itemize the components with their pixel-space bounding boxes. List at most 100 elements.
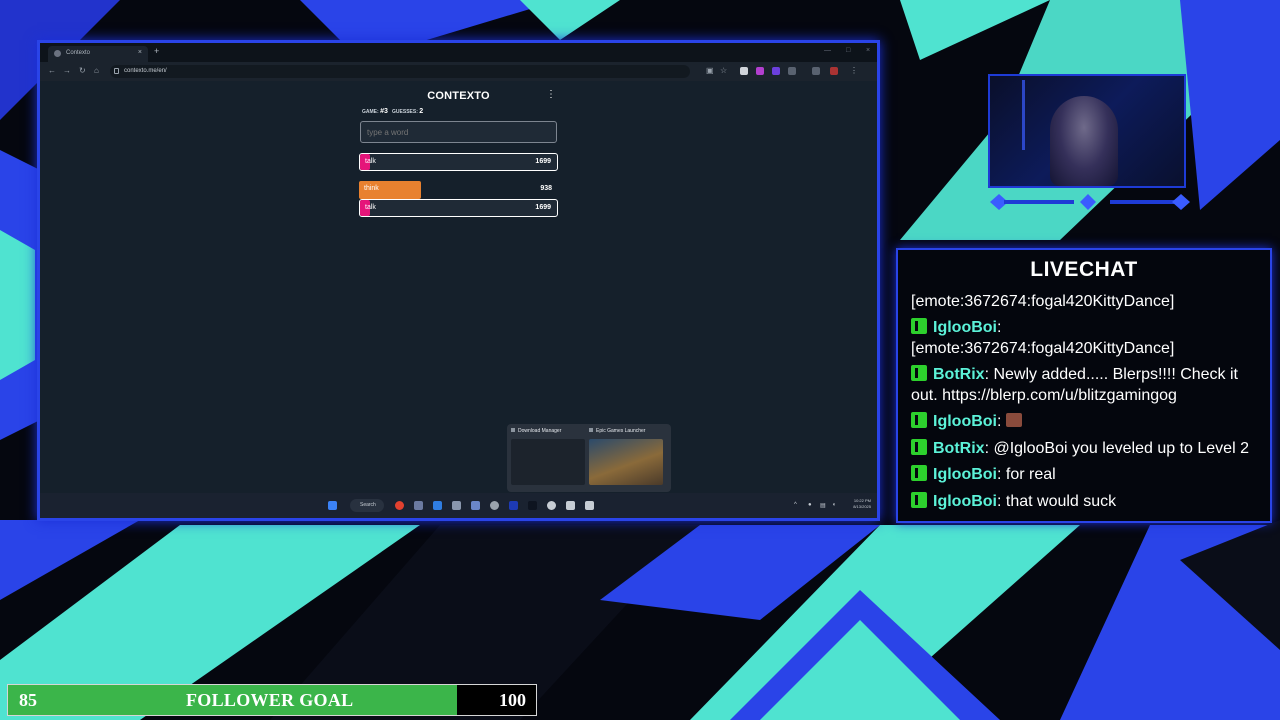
- extension-icon-2[interactable]: [772, 67, 780, 75]
- app-icon-4[interactable]: [528, 501, 537, 510]
- follower-goal-label: FOLLOWER GOAL: [186, 690, 354, 710]
- app-icon-3[interactable]: [509, 501, 518, 510]
- install-app-icon[interactable]: ▣: [706, 66, 714, 75]
- settings-icon[interactable]: [490, 501, 499, 510]
- emote-icon: [1005, 413, 1022, 427]
- reload-icon[interactable]: ↻: [79, 66, 86, 75]
- windows-taskbar: Search ^ ● ▤ ◖ 10:22 PM 8/13/2025: [40, 493, 877, 518]
- kebab-menu-icon[interactable]: ⋮: [546, 89, 556, 100]
- volume-icon[interactable]: ◖: [832, 502, 836, 508]
- preview-thumbnail: [511, 439, 585, 485]
- app-icon[interactable]: [433, 501, 442, 510]
- follower-goal-target: 100: [499, 690, 526, 710]
- chat-message: IglooBoi: that would suck: [911, 491, 1263, 512]
- chat-username[interactable]: BotRix: [933, 366, 985, 383]
- follower-goal-bar: 85 FOLLOWER GOAL 100: [7, 684, 537, 716]
- kick-badge-icon: [911, 412, 927, 428]
- chat-message: IglooBoi: [emote:3672674:fogal420KittyDa…: [911, 318, 1175, 357]
- game-info: GAME: #3 GUESSES: 2: [362, 108, 423, 115]
- preview-thumbnail: [589, 439, 663, 485]
- chat-message: BotRix: @IglooBoi you leveled up to Leve…: [911, 438, 1263, 459]
- browser-menu-icon[interactable]: ⋮: [850, 66, 858, 75]
- extension-diamond-icon[interactable]: [740, 67, 748, 75]
- kick-badge-icon: [911, 439, 927, 455]
- back-icon[interactable]: ←: [48, 66, 56, 75]
- preview-title: Download Manager: [511, 428, 561, 434]
- chrome-icon[interactable]: [395, 501, 404, 510]
- file-explorer-icon[interactable]: [414, 501, 423, 510]
- chat-text: for real: [1005, 466, 1056, 483]
- chat-username[interactable]: IglooBoi: [933, 413, 997, 430]
- steam-icon[interactable]: [471, 501, 480, 510]
- streamer-silhouette: [1050, 96, 1118, 186]
- guess-distance: 1699: [535, 158, 551, 165]
- guess-row: talk 1699: [359, 199, 558, 217]
- guess-word: talk: [365, 204, 376, 211]
- taskbar-search[interactable]: Search: [350, 499, 384, 512]
- game-number: #3: [380, 108, 388, 115]
- chat-text: [emote:3672674:fogal420KittyDance]: [911, 340, 1175, 357]
- kick-badge-icon: [911, 492, 927, 508]
- preview-title-text: Download Manager: [518, 428, 562, 434]
- led-light: [1022, 80, 1025, 150]
- obs-icon[interactable]: [547, 501, 556, 510]
- chat-username[interactable]: IglooBoi: [933, 493, 997, 510]
- game-label: GAME:: [362, 109, 379, 115]
- preview-title: Epic Games Launcher: [589, 428, 645, 434]
- maximize-icon[interactable]: □: [846, 47, 850, 54]
- last-guess-row: talk 1699: [359, 153, 558, 171]
- livechat-title: LIVECHAT: [1030, 258, 1138, 281]
- clock-date: 8/13/2025: [853, 504, 871, 509]
- site-info-icon[interactable]: [114, 68, 119, 74]
- sidebar-icon[interactable]: [812, 67, 820, 75]
- taskbar-preview-download-manager[interactable]: Download Manager: [507, 424, 593, 492]
- home-icon[interactable]: ⌂: [94, 66, 99, 75]
- forward-icon[interactable]: →: [63, 66, 71, 75]
- taskbar-clock[interactable]: 10:22 PM 8/13/2025: [853, 498, 871, 510]
- address-url: contexto.me/en/: [124, 68, 167, 74]
- chat-text: @IglooBoi you leveled up to Level 2: [993, 440, 1249, 457]
- epic-games-icon[interactable]: [566, 501, 575, 510]
- chat-username[interactable]: IglooBoi: [933, 319, 997, 336]
- browser-tabbar: Contexto × + — □ ×: [40, 43, 877, 62]
- page-title: CONTEXTO: [427, 90, 490, 102]
- chat-message: IglooBoi:: [911, 411, 1263, 432]
- chat-message: IglooBoi: for real: [911, 464, 1263, 485]
- download-manager-icon[interactable]: [585, 501, 594, 510]
- extension-icon[interactable]: [756, 67, 764, 75]
- browser-tab[interactable]: Contexto ×: [48, 46, 148, 62]
- chat-message: [emote:3672674:fogal420KittyDance]: [911, 291, 1263, 312]
- taskbar-preview-epic-games[interactable]: Epic Games Launcher: [585, 424, 671, 492]
- chat-username[interactable]: IglooBoi: [933, 466, 997, 483]
- extensions-puzzle-icon[interactable]: [788, 67, 796, 75]
- start-icon[interactable]: [328, 501, 337, 510]
- chat-username[interactable]: BotRix: [933, 440, 985, 457]
- guess-word: talk: [365, 158, 376, 165]
- follower-goal-current: 85: [19, 690, 37, 710]
- guess-distance: 1699: [535, 204, 551, 211]
- guess-distance: 938: [540, 185, 552, 192]
- kick-badge-icon: [911, 465, 927, 481]
- bookmark-star-icon[interactable]: ☆: [720, 66, 727, 75]
- profile-avatar[interactable]: [830, 67, 838, 75]
- chat-message: BotRix: Newly added..... Blerps!!!! Chec…: [911, 365, 1238, 404]
- tab-title: Contexto: [66, 50, 91, 56]
- screen-capture: Contexto × + — □ × ← → ↻ ⌂ contexto.me/e…: [37, 40, 880, 521]
- tray-chevron-icon[interactable]: ^: [794, 502, 797, 508]
- guess-word: think: [364, 185, 379, 192]
- kick-badge-icon: [911, 365, 927, 381]
- address-bar[interactable]: contexto.me/en/: [110, 65, 690, 78]
- network-icon[interactable]: ▤: [820, 502, 826, 509]
- kick-badge-icon: [911, 318, 927, 334]
- livechat-panel: LIVECHAT [emote:3672674:fogal420KittyDan…: [896, 248, 1272, 523]
- microphone-icon[interactable]: ●: [808, 502, 812, 508]
- word-input[interactable]: [360, 121, 557, 143]
- guesses-label: GUESSES:: [392, 109, 418, 115]
- tab-close-icon[interactable]: ×: [138, 49, 142, 56]
- minimize-icon[interactable]: —: [824, 47, 831, 54]
- new-tab-icon[interactable]: +: [154, 46, 159, 56]
- close-window-icon[interactable]: ×: [866, 47, 870, 54]
- chat-text: that would suck: [1005, 493, 1117, 510]
- app-icon-2[interactable]: [452, 501, 461, 510]
- guess-row: think 938: [359, 181, 558, 199]
